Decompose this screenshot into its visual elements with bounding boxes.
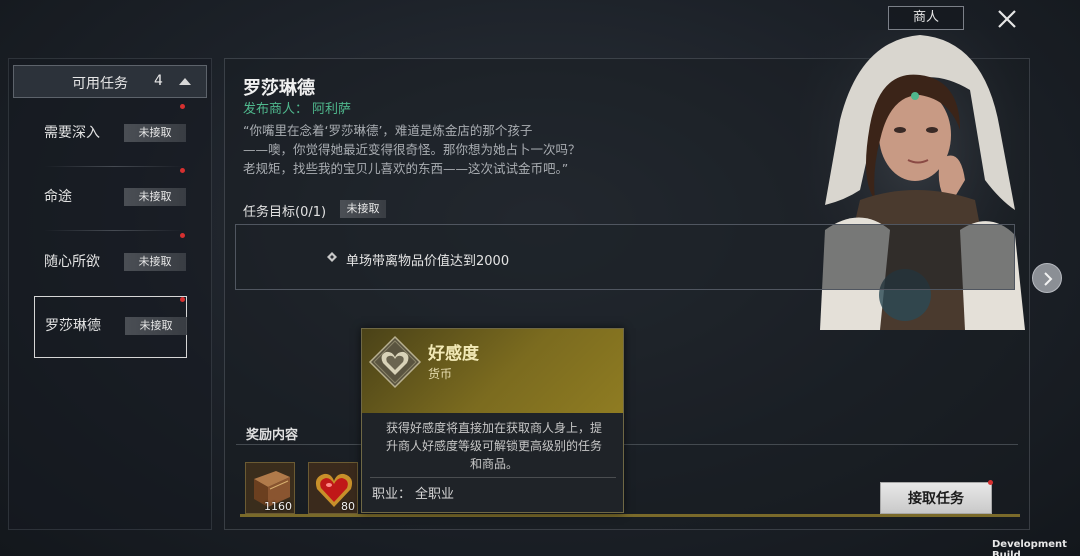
- rewards-divider: [236, 444, 1018, 445]
- quest-item-name: 罗莎琳德: [45, 318, 101, 334]
- description-line: ——噢，你觉得她最近变得很奇怪。那你想为她占卜一次吗？: [243, 142, 581, 157]
- chevron-up-icon: [179, 78, 191, 85]
- tooltip-subtitle: 货币: [428, 367, 453, 381]
- close-icon: [998, 10, 1016, 28]
- tooltip-line: 升商人好感度等级可解锁更高级别的任务: [385, 439, 602, 453]
- quest-status-badge: 未接取: [124, 253, 186, 271]
- quest-description: “你嘴里在念着‘罗莎琳德’，难道是炼金店的那个孩子 ——噢，你觉得她最近变得很奇…: [243, 121, 663, 178]
- next-page-button[interactable]: [1032, 263, 1062, 293]
- quest-item-2[interactable]: 命途 未接取: [34, 168, 187, 228]
- reward-item-book[interactable]: 1160: [245, 462, 295, 514]
- job-label: 职业：: [372, 487, 412, 502]
- rewards-strip: [240, 514, 1020, 517]
- divider: [44, 166, 184, 167]
- dev-build-watermark: Development Build: [992, 539, 1067, 556]
- quest-status-badge: 未接取: [124, 124, 186, 142]
- accept-quest-button[interactable]: 接取任务: [880, 482, 992, 514]
- chevron-right-icon: [1044, 272, 1053, 286]
- quest-item-name: 命途: [44, 189, 72, 205]
- reward-quantity: 80: [341, 500, 355, 513]
- publisher-name: 阿利萨: [312, 102, 352, 117]
- affinity-heart-icon: [368, 335, 422, 389]
- merchant-tab[interactable]: 商人: [888, 6, 964, 30]
- tooltip-title: 好感度: [428, 344, 479, 364]
- quest-item-name: 需要深入: [44, 125, 100, 141]
- description-line: “你嘴里在念着‘罗莎琳德’，难道是炼金店的那个孩子: [243, 123, 533, 138]
- divider: [44, 230, 184, 231]
- affinity-tooltip: 好感度 货币 获得好感度将直接加在获取商人身上，提 升商人好感度等级可解锁更高级…: [361, 328, 624, 513]
- quest-publisher: 发布商人： 阿利萨: [243, 98, 355, 117]
- quest-item-4-selected[interactable]: 罗莎琳德 未接取: [34, 296, 187, 358]
- quest-item-3[interactable]: 随心所欲 未接取: [34, 233, 187, 293]
- objective-label: 任务目标(0/1): [243, 205, 327, 220]
- tooltip-line: 获得好感度将直接加在获取商人身上，提: [385, 421, 602, 435]
- reward-item-heart[interactable]: 80: [308, 462, 358, 514]
- rewards-label: 奖励内容: [246, 428, 299, 443]
- tooltip-job: 职业： 全职业: [372, 483, 454, 502]
- job-value: 全职业: [415, 487, 455, 502]
- objective-text: 单场带离物品价值达到2000: [346, 254, 510, 269]
- tooltip-line: 和商品。: [469, 457, 518, 471]
- diamond-bullet-icon: [327, 252, 337, 262]
- quest-count: 4: [154, 73, 163, 89]
- notification-dot: [988, 480, 993, 485]
- objective-status-badge: 未接取: [340, 200, 386, 218]
- reward-quantity: 1160: [264, 500, 292, 513]
- tooltip-divider: [370, 477, 616, 478]
- quest-status-badge: 未接取: [124, 188, 186, 206]
- close-button[interactable]: [994, 6, 1020, 32]
- tooltip-description: 获得好感度将直接加在获取商人身上，提 升商人好感度等级可解锁更高级别的任务 和商…: [372, 419, 616, 473]
- tooltip-header: 好感度 货币: [362, 329, 623, 413]
- description-line: 老规矩，找些我的宝贝儿喜欢的东西——这次试试金币吧。”: [243, 161, 569, 176]
- quest-item-1[interactable]: 需要深入 未接取: [34, 104, 187, 164]
- quest-status-badge: 未接取: [125, 317, 187, 335]
- quest-list-header[interactable]: 可用任务 4: [13, 65, 207, 98]
- quest-list-title: 可用任务: [72, 76, 128, 92]
- quest-title: 罗莎琳德: [243, 78, 315, 99]
- quest-item-name: 随心所欲: [44, 254, 100, 270]
- publisher-label: 发布商人：: [243, 102, 309, 117]
